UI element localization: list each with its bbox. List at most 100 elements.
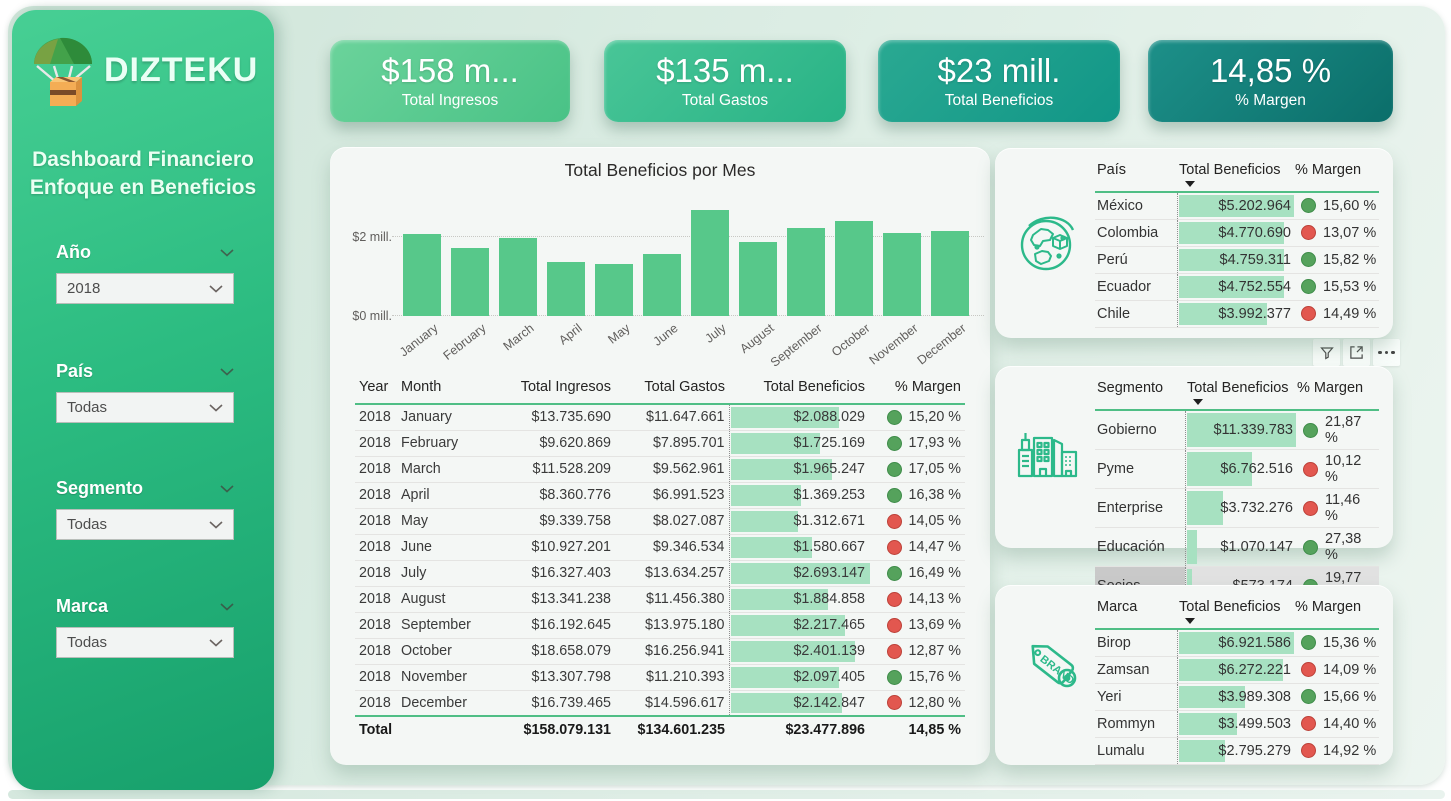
filter-country: País Todas xyxy=(56,361,234,423)
x-tick-label: January xyxy=(397,321,441,359)
status-dot-red xyxy=(887,514,902,529)
kpi-card-total-ingresos[interactable]: $158 m... Total Ingresos xyxy=(330,40,570,122)
chevron-down-icon[interactable] xyxy=(220,367,234,376)
status-dot-green xyxy=(887,566,902,581)
table-row-july[interactable]: 2018July$16.327.403$13.634.257$2.693.147… xyxy=(355,560,965,586)
panel-row-rommyn[interactable]: Rommyn$3.499.50314,40 % xyxy=(1095,710,1379,737)
panel-row-lumalu[interactable]: Lumalu$2.795.27914,92 % xyxy=(1095,737,1379,764)
bar-may[interactable] xyxy=(595,264,633,316)
table-row-april[interactable]: 2018April$8.360.776$6.991.523$1.369.2531… xyxy=(355,482,965,508)
status-dot-red xyxy=(1301,716,1316,731)
brand-dropdown[interactable]: Todas xyxy=(56,627,234,658)
x-tick-label: March xyxy=(501,321,537,353)
bar-october[interactable] xyxy=(835,221,873,316)
status-dot-green xyxy=(887,436,902,451)
bar-august[interactable] xyxy=(739,242,777,317)
status-dot-green xyxy=(1301,689,1316,704)
panel-row-gobierno[interactable]: Gobierno$11.339.78321,87 % xyxy=(1095,410,1379,450)
kpi-card-margen[interactable]: 14,85 % % Margen xyxy=(1148,40,1393,122)
panel-row-pyme[interactable]: Pyme$6.762.51610,12 % xyxy=(1095,450,1379,489)
col-header-beneficios[interactable]: Total Beneficios xyxy=(729,375,869,404)
segment-dropdown[interactable]: Todas xyxy=(56,509,234,540)
table-row-december[interactable]: 2018December$16.739.465$14.596.617$2.142… xyxy=(355,690,965,716)
segmento-value-header[interactable]: Total Beneficios xyxy=(1185,376,1295,398)
panel-row-ecuador[interactable]: Ecuador$4.752.55415,53 % xyxy=(1095,273,1379,300)
chevron-down-icon[interactable] xyxy=(220,602,234,611)
chevron-down-icon[interactable] xyxy=(220,248,234,257)
filter-segment: Segmento Todas xyxy=(56,478,234,540)
pais-margin-header[interactable]: % Margen xyxy=(1293,158,1379,180)
status-dot-red xyxy=(1301,306,1316,321)
brand-tag-icon: BRAND xyxy=(1009,585,1087,765)
filter-icon[interactable] xyxy=(1313,339,1340,366)
sort-descending-icon[interactable] xyxy=(1185,618,1195,624)
bar-june[interactable] xyxy=(643,254,681,316)
panel-row-zamsan[interactable]: Zamsan$6.272.22114,09 % xyxy=(1095,656,1379,683)
marca-value-header[interactable]: Total Beneficios xyxy=(1177,595,1293,617)
panel-row-educación[interactable]: Educación$1.070.14727,38 % xyxy=(1095,528,1379,567)
col-header-ingresos[interactable]: Total Ingresos xyxy=(489,375,615,404)
col-header-gastos[interactable]: Total Gastos xyxy=(615,375,729,404)
x-tick-label: August xyxy=(737,321,776,356)
table-row-june[interactable]: 2018June$10.927.201$9.346.534$1.580.6671… xyxy=(355,534,965,560)
table-row-january[interactable]: 2018January$13.735.690$11.647.661$2.088.… xyxy=(355,404,965,430)
x-tick-label: May xyxy=(605,321,632,347)
status-dot-red xyxy=(887,695,902,710)
table-row-may[interactable]: 2018May$9.339.758$8.027.087$1.312.67114,… xyxy=(355,508,965,534)
marca-margin-header[interactable]: % Margen xyxy=(1293,595,1379,617)
year-dropdown[interactable]: 2018 xyxy=(56,273,234,304)
kpi-label: % Margen xyxy=(1235,92,1306,110)
table-row-september[interactable]: 2018September$16.192.645$13.975.180$2.21… xyxy=(355,612,965,638)
status-dot-green xyxy=(887,462,902,477)
bar-september[interactable] xyxy=(787,228,825,316)
col-header-year[interactable]: Year xyxy=(355,375,397,404)
total-ingresos: $158.079.131 xyxy=(489,716,615,742)
chart-x-axis: JanuaryFebruaryMarchAprilMayJuneJulyAugu… xyxy=(398,321,974,373)
segmento-col-header[interactable]: Segmento xyxy=(1095,376,1185,398)
panel-row-colombia[interactable]: Colombia$4.770.69013,07 % xyxy=(1095,219,1379,246)
segmento-margin-header[interactable]: % Margen xyxy=(1295,376,1379,398)
segmento-panel: Segmento Total Beneficios % Margen Gobie… xyxy=(995,366,1393,548)
table-row-november[interactable]: 2018November$13.307.798$11.210.393$2.097… xyxy=(355,664,965,690)
status-dot-red xyxy=(1301,662,1316,677)
pais-value-header[interactable]: Total Beneficios xyxy=(1177,158,1293,180)
x-tick-label: December xyxy=(915,321,969,368)
panel-row-yeri[interactable]: Yeri$3.989.30815,66 % xyxy=(1095,683,1379,710)
kpi-card-total-gastos[interactable]: $135 m... Total Gastos xyxy=(604,40,846,122)
focus-mode-icon[interactable] xyxy=(1343,339,1370,366)
table-total-row: Total $158.079.131 $134.601.235 $23.477.… xyxy=(355,716,965,742)
panel-row-chile[interactable]: Chile$3.992.37714,49 % xyxy=(1095,300,1379,327)
window-bottom-edge xyxy=(8,790,1445,799)
table-row-march[interactable]: 2018March$11.528.209$9.562.961$1.965.247… xyxy=(355,456,965,482)
kpi-card-total-beneficios[interactable]: $23 mill. Total Beneficios xyxy=(878,40,1120,122)
more-options-icon[interactable] xyxy=(1373,339,1400,366)
bar-november[interactable] xyxy=(883,233,921,316)
pais-col-header[interactable]: País xyxy=(1095,158,1177,180)
x-tick-label: June xyxy=(651,321,681,349)
logo: DIZTEKU xyxy=(12,10,274,108)
panel-row-méxico[interactable]: México$5.202.96415,60 % xyxy=(1095,192,1379,219)
bar-december[interactable] xyxy=(931,231,969,316)
panel-row-enterprise[interactable]: Enterprise$3.732.27611,46 % xyxy=(1095,489,1379,528)
table-row-october[interactable]: 2018October$18.658.079$16.256.941$2.401.… xyxy=(355,638,965,664)
chevron-down-icon[interactable] xyxy=(220,484,234,493)
table-row-august[interactable]: 2018August$13.341.238$11.456.380$1.884.8… xyxy=(355,586,965,612)
bar-january[interactable] xyxy=(403,234,441,317)
bar-april[interactable] xyxy=(547,262,585,316)
bar-july[interactable] xyxy=(691,210,729,316)
sort-descending-icon[interactable] xyxy=(1193,399,1203,405)
total-label: Total xyxy=(355,716,489,742)
table-row-february[interactable]: 2018February$9.620.869$7.895.701$1.725.1… xyxy=(355,430,965,456)
bar-march[interactable] xyxy=(499,238,537,316)
col-header-margen[interactable]: % Margen xyxy=(869,375,965,404)
y-tick-2m: $2 mill. xyxy=(352,230,392,244)
status-dot-red xyxy=(887,592,902,607)
marca-col-header[interactable]: Marca xyxy=(1095,595,1177,617)
col-header-month[interactable]: Month xyxy=(397,375,489,404)
sort-descending-icon[interactable] xyxy=(1185,181,1195,187)
country-dropdown[interactable]: Todas xyxy=(56,392,234,423)
marca-table: Marca Total Beneficios % Margen Birop$6.… xyxy=(1095,595,1379,765)
panel-row-perú[interactable]: Perú$4.759.31115,82 % xyxy=(1095,246,1379,273)
panel-row-birop[interactable]: Birop$6.921.58615,36 % xyxy=(1095,629,1379,656)
bar-february[interactable] xyxy=(451,248,489,316)
